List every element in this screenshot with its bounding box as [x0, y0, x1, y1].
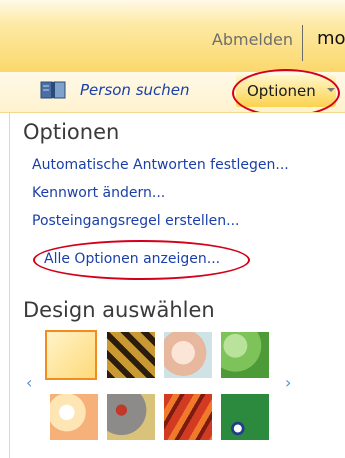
autumn-leaves-theme-icon [164, 394, 212, 440]
options-section-title: Optionen [23, 120, 120, 144]
top-bar [0, 0, 345, 72]
create-inbox-rule-link[interactable]: Posteingangsregel erstellen... [32, 213, 239, 229]
header-divider [302, 25, 303, 61]
theme-prev-arrow[interactable]: ‹ [26, 373, 32, 392]
leaves-theme-icon [221, 332, 269, 378]
shells-theme-icon [164, 332, 212, 378]
options-button-highlight [232, 69, 340, 117]
theme-tile[interactable] [221, 332, 269, 378]
address-book-icon [40, 81, 66, 99]
plain-yellow-theme-icon [47, 332, 95, 378]
theme-tile[interactable] [164, 394, 212, 440]
theme-tile[interactable] [50, 394, 98, 440]
design-section-title: Design auswählen [23, 298, 215, 322]
signout-link[interactable]: Abmelden [212, 30, 293, 49]
theme-next-arrow[interactable]: › [285, 373, 291, 392]
auto-replies-link[interactable]: Automatische Antworten festlegen... [32, 157, 289, 173]
cartoon-creature-theme-icon [221, 394, 269, 440]
theme-tile-selected[interactable] [45, 330, 97, 380]
change-password-link[interactable]: Kennwort ändern... [32, 185, 165, 201]
sunset-bubbles-theme-icon [50, 394, 98, 440]
theme-tile[interactable] [107, 394, 155, 440]
all-options-highlight [33, 240, 250, 280]
user-name[interactable]: mo [317, 28, 345, 49]
tiger-theme-icon [107, 332, 155, 378]
theme-tile[interactable] [164, 332, 212, 378]
theme-tile[interactable] [107, 332, 155, 378]
theme-tile[interactable] [221, 394, 269, 440]
robot-theme-icon [107, 394, 155, 440]
find-person-link[interactable]: Person suchen [80, 81, 190, 99]
